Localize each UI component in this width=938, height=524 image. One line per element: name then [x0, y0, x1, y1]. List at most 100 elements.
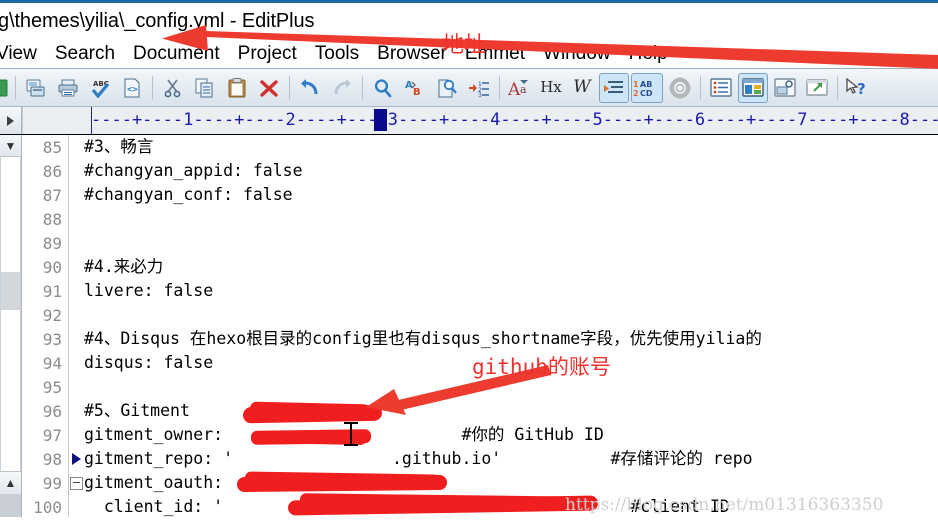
browser-preview-icon[interactable] — [802, 73, 832, 103]
code-line-88[interactable]: 88 — [22, 207, 938, 231]
print-icon[interactable] — [53, 73, 83, 103]
paste-icon[interactable] — [222, 73, 252, 103]
line-number: 95 — [42, 377, 62, 397]
line-number: 86 — [42, 161, 62, 181]
dock-scrollbar-thumb[interactable] — [1, 272, 20, 310]
menu-search[interactable]: Search — [46, 42, 124, 66]
toolbar-separator — [289, 75, 290, 100]
editplus-window: g\themes\yilia\_config.yml - EditPlus Vi… — [0, 0, 938, 524]
line-number: 92 — [42, 305, 62, 325]
annotation-address: 地址 — [442, 33, 487, 58]
svg-text:a: a — [520, 83, 527, 96]
code-line-99[interactable]: 99 gitment_oauth: — [22, 471, 938, 495]
code-file-icon[interactable]: <> — [117, 73, 147, 103]
panel-expand-arrow-icon[interactable] — [0, 107, 22, 134]
code-line-90[interactable]: 90 #4.来必力 — [22, 255, 938, 279]
ruler-marks: ----+----1----+----2----+----3----+----4… — [91, 110, 938, 130]
line-text: #4、Disqus 在hexo根目录的config里也有disqus_short… — [84, 329, 762, 348]
line-number: 89 — [42, 233, 62, 253]
code-line-92[interactable]: 92 — [22, 303, 938, 327]
hex-view-icon[interactable]: Hx — [537, 73, 565, 103]
dock-scrollbar-track[interactable] — [0, 157, 21, 471]
redo-icon[interactable] — [327, 73, 357, 103]
line-number: 87 — [42, 185, 62, 205]
ruler-row: ----+----1----+----2----+----3----+----4… — [0, 107, 938, 135]
code-line-98[interactable]: 98 gitment_repo: ' .github.io' #存储评论的 re… — [22, 447, 938, 471]
line-number: 98 — [42, 449, 62, 469]
font-icon[interactable]: A a — [505, 73, 535, 103]
line-number: 97 — [42, 425, 62, 445]
code-line-86[interactable]: 86 #changyan_appid: false — [22, 159, 938, 183]
svg-text:CD: CD — [640, 89, 653, 97]
svg-text:1: 1 — [633, 80, 639, 89]
spellcheck-icon[interactable]: ABC — [85, 73, 115, 103]
line-text: #5、Gitment — [84, 401, 190, 420]
copy-icon[interactable] — [190, 73, 220, 103]
text-cursor-serif-top — [344, 422, 358, 424]
find-in-files-icon[interactable] — [432, 73, 462, 103]
dock-bottom-area: ▲ — [0, 471, 21, 517]
word-wrap-icon[interactable]: W — [567, 73, 597, 103]
line-number: 91 — [42, 281, 62, 301]
menu-view[interactable]: View — [0, 42, 46, 66]
toolbar-separator — [362, 75, 363, 100]
code-line-89[interactable]: 89 — [22, 231, 938, 255]
svg-text:2: 2 — [633, 89, 639, 97]
line-text: #changyan_conf: false — [84, 185, 293, 204]
line-number: 88 — [42, 209, 62, 229]
bookmark-marker-icon[interactable] — [68, 453, 84, 465]
undo-icon[interactable] — [295, 73, 325, 103]
left-dock-panel: ▼ ▲ — [0, 135, 22, 517]
toolbar-separator — [499, 75, 500, 100]
svg-text:?: ? — [857, 80, 866, 98]
replace-icon[interactable]: A B — [400, 73, 430, 103]
svg-text:AB: AB — [640, 80, 652, 89]
code-editor[interactable]: 85 #3、畅言 86 #changyan_appid: false 87 #c… — [22, 135, 938, 517]
line-number: 100 — [33, 497, 62, 517]
svg-text:<>: <> — [127, 85, 138, 95]
fold-collapse-icon[interactable] — [68, 476, 84, 490]
line-number: 90 — [42, 257, 62, 277]
line-text: #3、畅言 — [84, 137, 154, 156]
toolbar-separator — [15, 75, 16, 100]
dock-bottom-filler — [0, 494, 21, 517]
editor-body: ▼ ▲ 85 #3、畅言 86 #changyan_appid: false 8… — [0, 135, 938, 517]
delete-icon[interactable] — [254, 73, 284, 103]
find-icon[interactable] — [368, 73, 398, 103]
line-number: 85 — [42, 137, 62, 157]
csdn-watermark: https://blog.csdn.net/m01316363350 — [565, 495, 884, 515]
cut-icon[interactable] — [158, 73, 188, 103]
context-help-icon[interactable]: ? — [843, 73, 873, 103]
arrow-to-titlebar — [162, 25, 938, 69]
line-number: 93 — [42, 329, 62, 349]
auto-complete-icon[interactable]: 1 2 AB CD — [631, 72, 663, 103]
code-line-91[interactable]: 91 livere: false — [22, 279, 938, 303]
dock-scroll-up-arrow-icon[interactable]: ▲ — [0, 472, 21, 494]
toolbar-separator — [700, 75, 701, 100]
directory-window-icon[interactable] — [738, 72, 768, 103]
annotation-github-account: github的账号 — [472, 355, 611, 379]
line-text: livere: false — [84, 281, 214, 300]
toolbar-separator — [837, 75, 838, 100]
svg-text:B: B — [413, 87, 421, 98]
line-text: gitment_oauth: — [84, 473, 224, 492]
toolbar: ABC <> A B 1 2 3 A a Hx W 1 2 AB CD ? — [0, 69, 938, 107]
code-line-85[interactable]: 85 #3、畅言 — [22, 135, 938, 159]
line-numbers-icon[interactable] — [599, 72, 629, 103]
line-text: disqus: false — [84, 353, 214, 372]
code-line-87[interactable]: 87 #changyan_conf: false — [22, 183, 938, 207]
line-text: #4.来必力 — [84, 257, 164, 276]
code-line-93[interactable]: 93 #4、Disqus 在hexo根目录的config里也有disqus_sh… — [22, 327, 938, 351]
line-number: 99 — [42, 473, 62, 493]
dock-collapse-chevron-icon[interactable]: ▼ — [0, 135, 21, 157]
output-window-icon[interactable] — [706, 73, 736, 103]
line-text: gitment_repo: ' .github.io' #存储评论的 repo — [84, 449, 753, 468]
new-file-icon[interactable] — [0, 73, 10, 103]
code-line-97[interactable]: 97 gitment_owner: #你的 GitHub ID — [22, 423, 938, 447]
goto-line-icon[interactable]: 1 2 3 — [464, 73, 494, 103]
line-text: #changyan_appid: false — [84, 161, 303, 180]
save-icon[interactable] — [21, 73, 51, 103]
ruler-caret-marker — [374, 109, 387, 131]
preferences-gear-icon[interactable] — [665, 73, 695, 103]
cliptext-window-icon[interactable] — [770, 73, 800, 103]
